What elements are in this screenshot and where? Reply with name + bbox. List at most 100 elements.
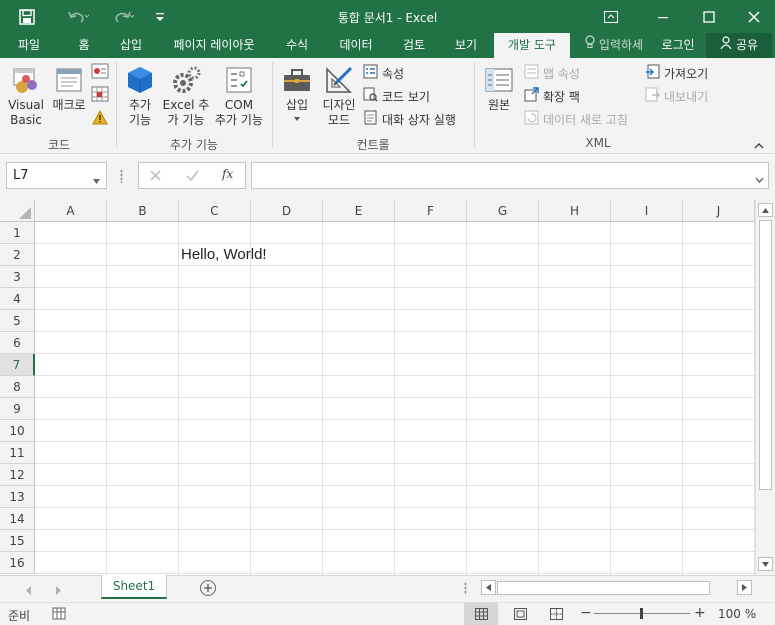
next-sheet-arrow-icon[interactable] — [56, 584, 62, 598]
column-gridline — [178, 222, 179, 575]
cell-C2[interactable]: Hello, World! — [181, 244, 267, 266]
com-addins-button[interactable]: COM 추가 기능 — [210, 62, 268, 128]
column-header-e[interactable]: E — [323, 200, 395, 222]
redo-icon[interactable] — [103, 0, 143, 33]
scroll-left-arrow-icon[interactable] — [481, 580, 496, 595]
row-header-5[interactable]: 5 — [0, 310, 35, 332]
ribbon-display-options-icon[interactable] — [596, 0, 626, 33]
cancel-icon[interactable] — [150, 170, 161, 184]
column-header-i[interactable]: I — [611, 200, 683, 222]
minimize-icon[interactable] — [640, 0, 686, 33]
row-header-11[interactable]: 11 — [0, 442, 35, 464]
column-header-b[interactable]: B — [107, 200, 179, 222]
row-header-16[interactable]: 16 — [0, 552, 35, 574]
design-mode-button[interactable]: 디자인 모드 — [318, 62, 360, 128]
tab-view[interactable]: 보기 — [442, 33, 490, 58]
tab-data[interactable]: 데이터 — [328, 33, 384, 58]
formula-input[interactable] — [251, 162, 769, 189]
zoom-level[interactable]: 100 % — [718, 607, 756, 621]
expand-formula-bar-icon[interactable] — [755, 172, 764, 186]
addins-button[interactable]: 추가 기능 — [121, 62, 159, 128]
normal-view-button[interactable] — [464, 603, 498, 625]
run-dialog-button[interactable]: 대화 상자 실행 — [363, 110, 456, 128]
zoom-slider-thumb[interactable] — [640, 608, 643, 619]
row-header-3[interactable]: 3 — [0, 266, 35, 288]
collapse-ribbon-icon[interactable] — [754, 138, 764, 152]
undo-icon[interactable] — [58, 0, 98, 33]
enter-icon[interactable] — [186, 170, 199, 184]
horizontal-scrollbar[interactable] — [481, 580, 753, 596]
column-header-d[interactable]: D — [251, 200, 323, 222]
horizontal-scroll-thumb[interactable] — [497, 581, 710, 595]
page-layout-view-button[interactable] — [506, 603, 534, 625]
tab-review[interactable]: 검토 — [390, 33, 438, 58]
row-header-13[interactable]: 13 — [0, 486, 35, 508]
insert-function-button[interactable]: fx — [222, 167, 233, 181]
tab-split-grip-icon[interactable] — [464, 582, 467, 595]
tab-home[interactable]: 홈 — [64, 33, 104, 58]
tell-me-box[interactable]: 입력하세 — [578, 33, 650, 58]
prev-sheet-arrow-icon[interactable] — [26, 584, 32, 598]
vertical-scroll-thumb[interactable] — [759, 220, 772, 490]
tab-formulas[interactable]: 수식 — [274, 33, 320, 58]
sign-in-link[interactable]: 로그인 — [654, 33, 702, 58]
macro-recording-icon[interactable] — [52, 607, 66, 623]
column-header-g[interactable]: G — [467, 200, 539, 222]
column-header-c[interactable]: C — [179, 200, 251, 222]
insert-control-button[interactable]: 삽입 — [278, 62, 316, 125]
map-properties-button[interactable]: 맵 속성 — [524, 64, 580, 82]
row-header-9[interactable]: 9 — [0, 398, 35, 420]
column-header-f[interactable]: F — [395, 200, 467, 222]
row-header-10[interactable]: 10 — [0, 420, 35, 442]
row-header-6[interactable]: 6 — [0, 332, 35, 354]
row-header-1[interactable]: 1 — [0, 222, 35, 244]
refresh-data-button[interactable]: 데이터 새로 고침 — [524, 110, 628, 128]
share-button[interactable]: 공유 — [706, 33, 772, 58]
excel-addins-button[interactable]: Excel 추 가 기능 — [160, 62, 212, 128]
customize-qat-icon[interactable] — [150, 0, 170, 33]
properties-button[interactable]: 속성 — [363, 64, 404, 82]
column-header-j[interactable]: J — [683, 200, 755, 222]
tab-insert[interactable]: 삽입 — [108, 33, 154, 58]
macro-security-icon[interactable] — [92, 109, 108, 128]
select-all-button[interactable] — [0, 200, 35, 222]
row-header-8[interactable]: 8 — [0, 376, 35, 398]
scroll-up-arrow-icon[interactable] — [758, 203, 773, 217]
xml-source-button[interactable]: 원본 — [480, 62, 518, 113]
worksheet-grid[interactable]: ABCDEFGHIJ 1 2 3 4 5 6 7 8 9 10 11 12 13 14 15 16 Hello… — [0, 200, 775, 575]
zoom-out-button[interactable]: − — [580, 606, 592, 620]
group-xml-label: XML — [585, 136, 611, 150]
new-sheet-button[interactable] — [200, 580, 216, 596]
row-header-2[interactable]: 2 — [0, 244, 35, 266]
tab-file[interactable]: 파일 — [4, 33, 54, 58]
row-header-14[interactable]: 14 — [0, 508, 35, 530]
view-code-button[interactable]: 코드 보기 — [363, 87, 430, 105]
expansion-packs-button[interactable]: 확장 팩 — [524, 87, 580, 105]
name-box-dropdown-icon[interactable] — [93, 173, 100, 188]
tab-developer[interactable]: 개발 도구 — [494, 33, 570, 58]
column-header-a[interactable]: A — [35, 200, 107, 222]
row-header-12[interactable]: 12 — [0, 464, 35, 486]
row-header-7[interactable]: 7 — [0, 354, 35, 376]
save-icon[interactable] — [12, 0, 42, 33]
export-button[interactable]: 내보내기 — [645, 87, 708, 105]
sheet-tab-sheet1[interactable]: Sheet1 — [101, 575, 167, 599]
macros-button[interactable]: 매크로 — [50, 62, 88, 113]
record-macro-icon[interactable] — [91, 63, 109, 82]
row-header-4[interactable]: 4 — [0, 288, 35, 310]
vertical-scrollbar[interactable] — [755, 200, 775, 575]
maximize-icon[interactable] — [686, 0, 732, 33]
scroll-right-arrow-icon[interactable] — [737, 580, 752, 595]
tab-page-layout[interactable]: 페이지 레이아웃 — [158, 33, 270, 58]
name-box[interactable]: L7 — [6, 162, 107, 189]
zoom-in-button[interactable]: + — [694, 606, 706, 620]
column-header-h[interactable]: H — [539, 200, 611, 222]
relative-references-icon[interactable] — [91, 86, 109, 105]
zoom-slider[interactable] — [594, 608, 690, 619]
row-header-15[interactable]: 15 — [0, 530, 35, 552]
page-break-view-button[interactable] — [542, 603, 570, 625]
scroll-down-arrow-icon[interactable] — [758, 557, 773, 571]
visual-basic-button[interactable]: Visual Basic — [4, 62, 48, 128]
close-icon[interactable] — [732, 0, 775, 33]
import-button[interactable]: 가져오기 — [645, 64, 708, 82]
